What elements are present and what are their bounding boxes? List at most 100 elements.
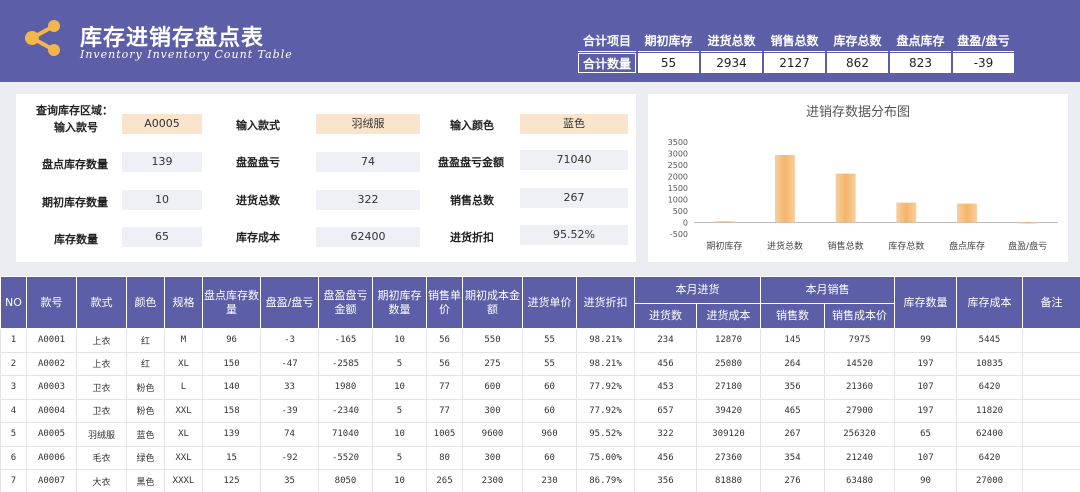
table-cell: 267 xyxy=(760,422,825,447)
table-cell: 158 xyxy=(202,398,261,423)
discount-label: 进货折扣 xyxy=(450,231,494,244)
table-cell: XL xyxy=(164,351,203,376)
y-tick-label: 500 xyxy=(673,207,688,216)
table-cell: 90 xyxy=(894,469,957,492)
summary-header: 盘盈/盘亏 xyxy=(953,32,1014,52)
table-cell: 309120 xyxy=(696,422,761,447)
table-cell: 6420 xyxy=(956,375,1023,400)
col-size: 规格 xyxy=(164,276,203,329)
table-cell: 74 xyxy=(260,422,319,447)
table-cell: 98.21% xyxy=(576,328,635,353)
table-cell: 265 xyxy=(426,469,463,492)
cost-value: 62400 xyxy=(316,227,420,247)
table-cell: 6420 xyxy=(956,445,1023,470)
table-cell: 12870 xyxy=(696,328,761,353)
table-cell: 300 xyxy=(462,445,523,470)
query-title: 查询库存区域： xyxy=(36,104,113,117)
table-cell: 230 xyxy=(522,469,577,492)
table-cell: 107 xyxy=(894,445,957,470)
table-cell: 77 xyxy=(426,375,463,400)
table-cell: XXXL xyxy=(164,469,203,492)
table-cell: 1 xyxy=(0,328,27,353)
summary-row-label: 合计数量 xyxy=(578,53,636,73)
table-cell: 234 xyxy=(634,328,697,353)
table-cell: 95.52% xyxy=(576,422,635,447)
table-cell: 大衣 xyxy=(76,469,127,492)
table-cell xyxy=(1022,445,1080,470)
table-cell: 356 xyxy=(760,375,825,400)
table-cell: 卫衣 xyxy=(76,375,127,400)
table-cell: 蓝色 xyxy=(126,422,165,447)
col-stock-cost: 库存成本 xyxy=(956,276,1023,329)
col-opening-cost: 期初成本金额 xyxy=(462,276,523,329)
summary-table: 合计项目 期初库存 进货总数 销售总数 库存总数 盘点库存 盘盈/盘亏 合计数量 55 293… xyxy=(578,32,1016,73)
table-cell: 卫衣 xyxy=(76,398,127,423)
table-cell: 456 xyxy=(634,351,697,376)
table-cell: 10 xyxy=(372,328,427,353)
header-banner: 库存进销存盘点表 Inventory Inventory Count Table… xyxy=(0,0,1080,82)
table-cell: 上衣 xyxy=(76,351,127,376)
table-cell: 红 xyxy=(126,328,165,353)
table-cell: 10 xyxy=(372,469,427,492)
table-cell: 黑色 xyxy=(126,469,165,492)
summary-value: 55 xyxy=(638,53,699,73)
table-cell: 21240 xyxy=(824,445,895,470)
y-tick-label: 1000 xyxy=(668,196,688,205)
table-cell xyxy=(1022,422,1080,447)
summary-header: 盘点库存 xyxy=(890,32,951,52)
col-purchase-qty: 进货数 xyxy=(634,303,697,329)
table-cell: XL xyxy=(164,422,203,447)
table-cell xyxy=(1022,469,1080,492)
table-cell: XXL xyxy=(164,398,203,423)
summary-value: 2934 xyxy=(701,53,762,73)
col-group-month-sales: 本月销售 xyxy=(760,276,895,304)
stock-label: 库存数量 xyxy=(54,233,98,246)
table-cell: 绿色 xyxy=(126,445,165,470)
stock-value: 65 xyxy=(122,227,202,247)
style-no-input[interactable]: A0005 xyxy=(122,114,202,134)
table-cell: 毛衣 xyxy=(76,445,127,470)
table-row: 4 A0004 卫衣 粉色 XXL 158 -39 -2340 5 77 300 60 77.92% 65… xyxy=(0,398,1080,423)
style-no-label: 输入款号 xyxy=(54,121,98,134)
table-cell: 453 xyxy=(634,375,697,400)
table-cell: 77.92% xyxy=(576,398,635,423)
summary-value: -39 xyxy=(953,53,1014,73)
y-tick-label: 3000 xyxy=(668,150,688,159)
table-cell: 71040 xyxy=(318,422,373,447)
opening-value: 10 xyxy=(122,190,202,210)
table-cell: 256320 xyxy=(824,422,895,447)
table-cell: 65 xyxy=(894,422,957,447)
table-cell: 55 xyxy=(522,328,577,353)
table-cell: 356 xyxy=(634,469,697,492)
table-cell: A0005 xyxy=(26,422,77,447)
table-cell: 1005 xyxy=(426,422,463,447)
table-cell: 81880 xyxy=(696,469,761,492)
table-cell: 5 xyxy=(372,398,427,423)
pl-amount-label: 盘盈盘亏金额 xyxy=(438,156,504,169)
discount-value: 95.52% xyxy=(520,225,628,245)
table-cell: 5445 xyxy=(956,328,1023,353)
col-sales-qty: 销售数 xyxy=(760,303,825,329)
table-cell: 5 xyxy=(0,422,27,447)
table-cell: 354 xyxy=(760,445,825,470)
table-cell: 粉色 xyxy=(126,375,165,400)
count-qty-value: 139 xyxy=(122,152,202,172)
table-cell: 276 xyxy=(760,469,825,492)
table-cell: 2 xyxy=(0,351,27,376)
table-cell: -92 xyxy=(260,445,319,470)
color-input[interactable]: 蓝色 xyxy=(520,114,628,134)
table-cell: 56 xyxy=(426,351,463,376)
inventory-table-wrap: NO 款号 款式 颜色 规格 盘点库存数量 盘盈/盘亏 盘盈盘亏金额 期初库存数… xyxy=(0,276,1080,492)
col-remark: 备注 xyxy=(1022,276,1080,329)
col-count-stock: 盘点库存数量 xyxy=(202,276,261,329)
col-unit-price: 销售单价 xyxy=(426,276,463,329)
table-cell: 9600 xyxy=(462,422,523,447)
table-cell: 107 xyxy=(894,375,957,400)
table-cell: A0001 xyxy=(26,328,77,353)
style-input[interactable]: 羽绒服 xyxy=(316,114,420,134)
table-cell: 197 xyxy=(894,351,957,376)
table-cell: 62400 xyxy=(956,422,1023,447)
table-row: 7 A0007 大衣 黑色 XXXL 125 35 8050 10 265 2300 230 86.79… xyxy=(0,469,1080,492)
page-subtitle: Inventory Inventory Count Table xyxy=(80,48,293,61)
x-tick-label: 进货总数 xyxy=(767,240,803,252)
